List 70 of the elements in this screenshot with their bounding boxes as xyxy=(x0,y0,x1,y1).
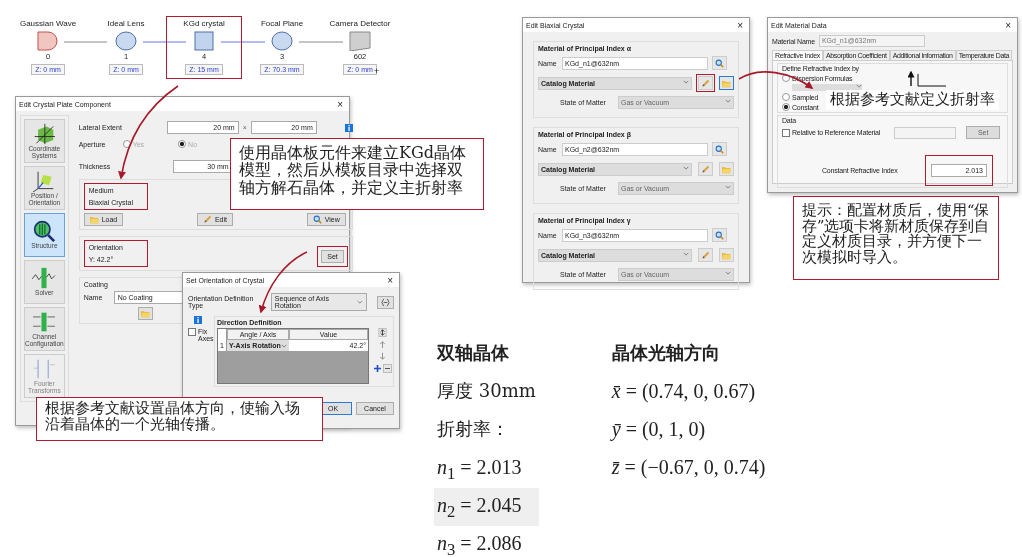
input-field[interactable] xyxy=(894,126,957,139)
pointer-arrow xyxy=(907,70,915,87)
node-label: Ideal Lens xyxy=(107,19,145,28)
callout-text: 提示：配置材质后，使用“保存”选项卡将新材质保存到自定义材质目录，并方便下一次模拟时导入。 xyxy=(793,196,999,280)
chevron-down-icon xyxy=(683,251,690,256)
close-button[interactable]: × xyxy=(387,274,393,286)
chevron-down-icon xyxy=(281,343,287,348)
axes-button[interactable] xyxy=(377,295,394,309)
node-label: Focal Plane xyxy=(260,19,304,28)
search-icon xyxy=(312,215,322,224)
remove-icon[interactable] xyxy=(382,364,392,373)
pencil-icon xyxy=(701,164,711,174)
chevron-down-icon xyxy=(725,99,731,103)
note-text: z̄ = (−0.67, 0, 0.74) xyxy=(610,455,767,481)
edit-button[interactable] xyxy=(698,248,714,262)
pencil-icon xyxy=(202,215,212,224)
down-arrow-icon[interactable] xyxy=(377,352,387,361)
close-button[interactable]: × xyxy=(1005,19,1011,31)
info-icon[interactable] xyxy=(344,123,353,132)
folder-icon xyxy=(89,215,99,224)
search-button[interactable] xyxy=(712,56,727,70)
note-text: 厚度 30mm xyxy=(436,379,537,403)
folder-icon xyxy=(722,250,732,260)
search-icon xyxy=(715,230,724,240)
chevron-down-icon xyxy=(357,300,363,304)
search-icon xyxy=(715,144,724,154)
callout-text: 使用晶体板元件来建立KGd晶体模型，然后从模板目录中选择双轴方解石晶体，并定义主折射率 xyxy=(230,138,484,210)
chevron-down-icon xyxy=(856,84,862,88)
edit-button[interactable] xyxy=(698,162,714,176)
folder-button[interactable] xyxy=(719,76,734,90)
close-button[interactable]: × xyxy=(737,19,743,31)
connector-line xyxy=(220,41,266,43)
note-text: x̄ = (0.74, 0, 0.67) xyxy=(610,379,757,405)
search-icon xyxy=(715,58,724,68)
pencil-icon xyxy=(701,78,711,88)
bracket-line xyxy=(917,73,947,87)
folder-icon xyxy=(722,78,732,88)
chevron-down-icon xyxy=(725,185,731,189)
note-text: n$_{1}$ = 2.013 xyxy=(436,455,523,485)
add-mark: + xyxy=(374,66,380,76)
search-button[interactable] xyxy=(712,228,727,242)
heading-text: 双轴晶体 xyxy=(435,341,510,365)
callout-text: 根据参考文献定义折射率 xyxy=(826,90,999,110)
connector-line xyxy=(63,41,108,43)
checkbox[interactable] xyxy=(782,128,790,137)
search-button[interactable] xyxy=(712,142,727,156)
note-text: n$_{2}$ = 2.045 xyxy=(434,488,539,526)
heading-text: 晶体光轴方向 xyxy=(610,341,721,365)
node-label: KGd crystal xyxy=(183,19,225,28)
note-text: ȳ = (0, 1, 0) xyxy=(609,417,707,443)
chevron-down-icon xyxy=(683,165,690,170)
dropdown[interactable] xyxy=(792,84,862,91)
connector-line xyxy=(142,41,187,43)
node-label: Gaussian Wave xyxy=(19,19,77,28)
close-button[interactable]: × xyxy=(337,98,343,110)
folder-icon xyxy=(140,309,150,318)
callout-text: 根据参考文献设置晶体方向，使输入场沿着晶体的一个光轴传播。 xyxy=(36,397,323,441)
add-icon[interactable] xyxy=(372,364,382,373)
pencil-icon xyxy=(701,250,711,260)
note-text: n$_{3}$ = 2.086 xyxy=(436,531,523,557)
checkbox[interactable] xyxy=(188,328,196,336)
brackets-icon xyxy=(381,297,390,307)
connector-line xyxy=(298,41,344,43)
note-text: 折射率： xyxy=(436,417,510,441)
chevron-down-icon xyxy=(683,79,690,84)
double-arrow-icon[interactable] xyxy=(377,328,387,337)
folder-icon xyxy=(722,164,732,174)
chevron-down-icon xyxy=(725,271,731,275)
node-label: Camera Detector xyxy=(329,19,391,28)
folder-button[interactable] xyxy=(137,307,153,320)
